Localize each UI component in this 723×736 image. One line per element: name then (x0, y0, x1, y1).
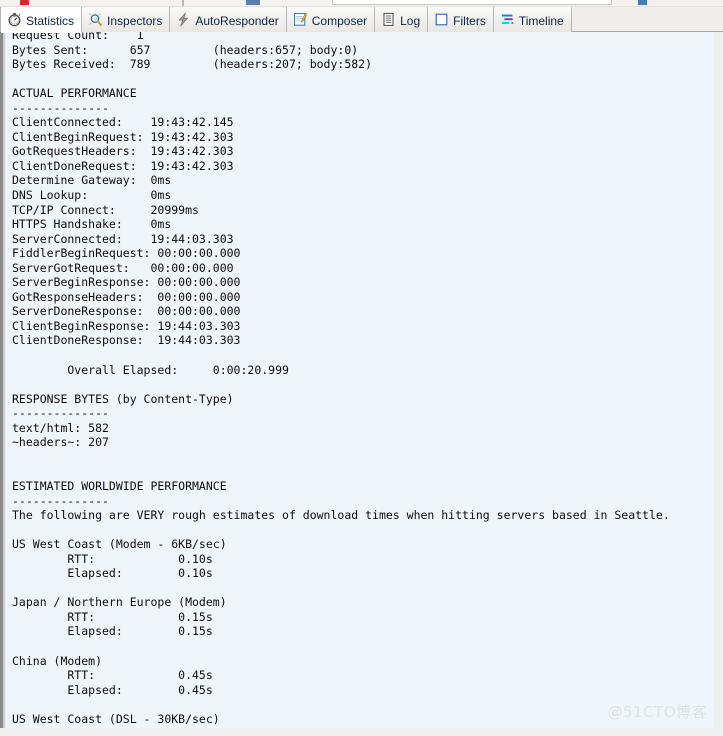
tab-inspectors[interactable]: Inspectors (82, 7, 171, 32)
magnifier-icon (88, 12, 103, 27)
toolbar-button-icon[interactable] (246, 0, 260, 5)
tab-statistics[interactable]: Statistics (0, 7, 83, 33)
watermark: @51CTO博客 (607, 703, 707, 721)
tab-filters[interactable]: Filters (428, 7, 494, 32)
tab-log[interactable]: Log (375, 7, 429, 32)
tab-list: Statistics Inspectors AutoResponder Comp… (0, 7, 723, 33)
tabstrip: Statistics Inspectors AutoResponder Comp… (0, 7, 723, 33)
document-lines-icon (381, 12, 396, 27)
tab-timeline[interactable]: Timeline (493, 7, 572, 32)
toolbar-sliver (0, 0, 723, 7)
notepad-pencil-icon (293, 12, 308, 27)
panel-right-edge (714, 32, 723, 736)
empty-square-icon (434, 12, 449, 27)
panel-left-rail-inner (3, 32, 5, 736)
statistics-body: Request Count: 1 Bytes Sent: 657 (header… (12, 32, 670, 736)
stopwatch-icon (7, 12, 22, 27)
tab-autoresponder[interactable]: AutoResponder (170, 7, 287, 32)
statistics-report: Request Count: 1 Bytes Sent: 657 (header… (12, 32, 670, 736)
tab-filters-label: Filters (453, 13, 486, 28)
tab-timeline-label: Timeline (518, 13, 564, 28)
tab-inspectors-label: Inspectors (107, 13, 163, 28)
toolbar-trailing-icon[interactable] (638, 0, 647, 5)
timeline-bars-icon (500, 12, 515, 27)
tab-autoresponder-label: AutoResponder (195, 13, 279, 28)
tab-composer[interactable]: Composer (286, 7, 376, 32)
tab-statistics-label: Statistics (26, 13, 75, 28)
panel-bottom-edge (0, 728, 723, 736)
record-icon[interactable] (20, 0, 29, 5)
tab-composer-label: Composer (311, 13, 368, 28)
toolbar-separator (182, 0, 184, 6)
lightning-bolt-icon (176, 12, 191, 27)
tab-log-label: Log (400, 13, 421, 28)
toolbar-textbox[interactable] (332, 0, 612, 5)
statistics-panel: Request Count: 1 Bytes Sent: 657 (header… (0, 32, 723, 736)
fiddler-window: Statistics Inspectors AutoResponder Comp… (0, 0, 723, 736)
